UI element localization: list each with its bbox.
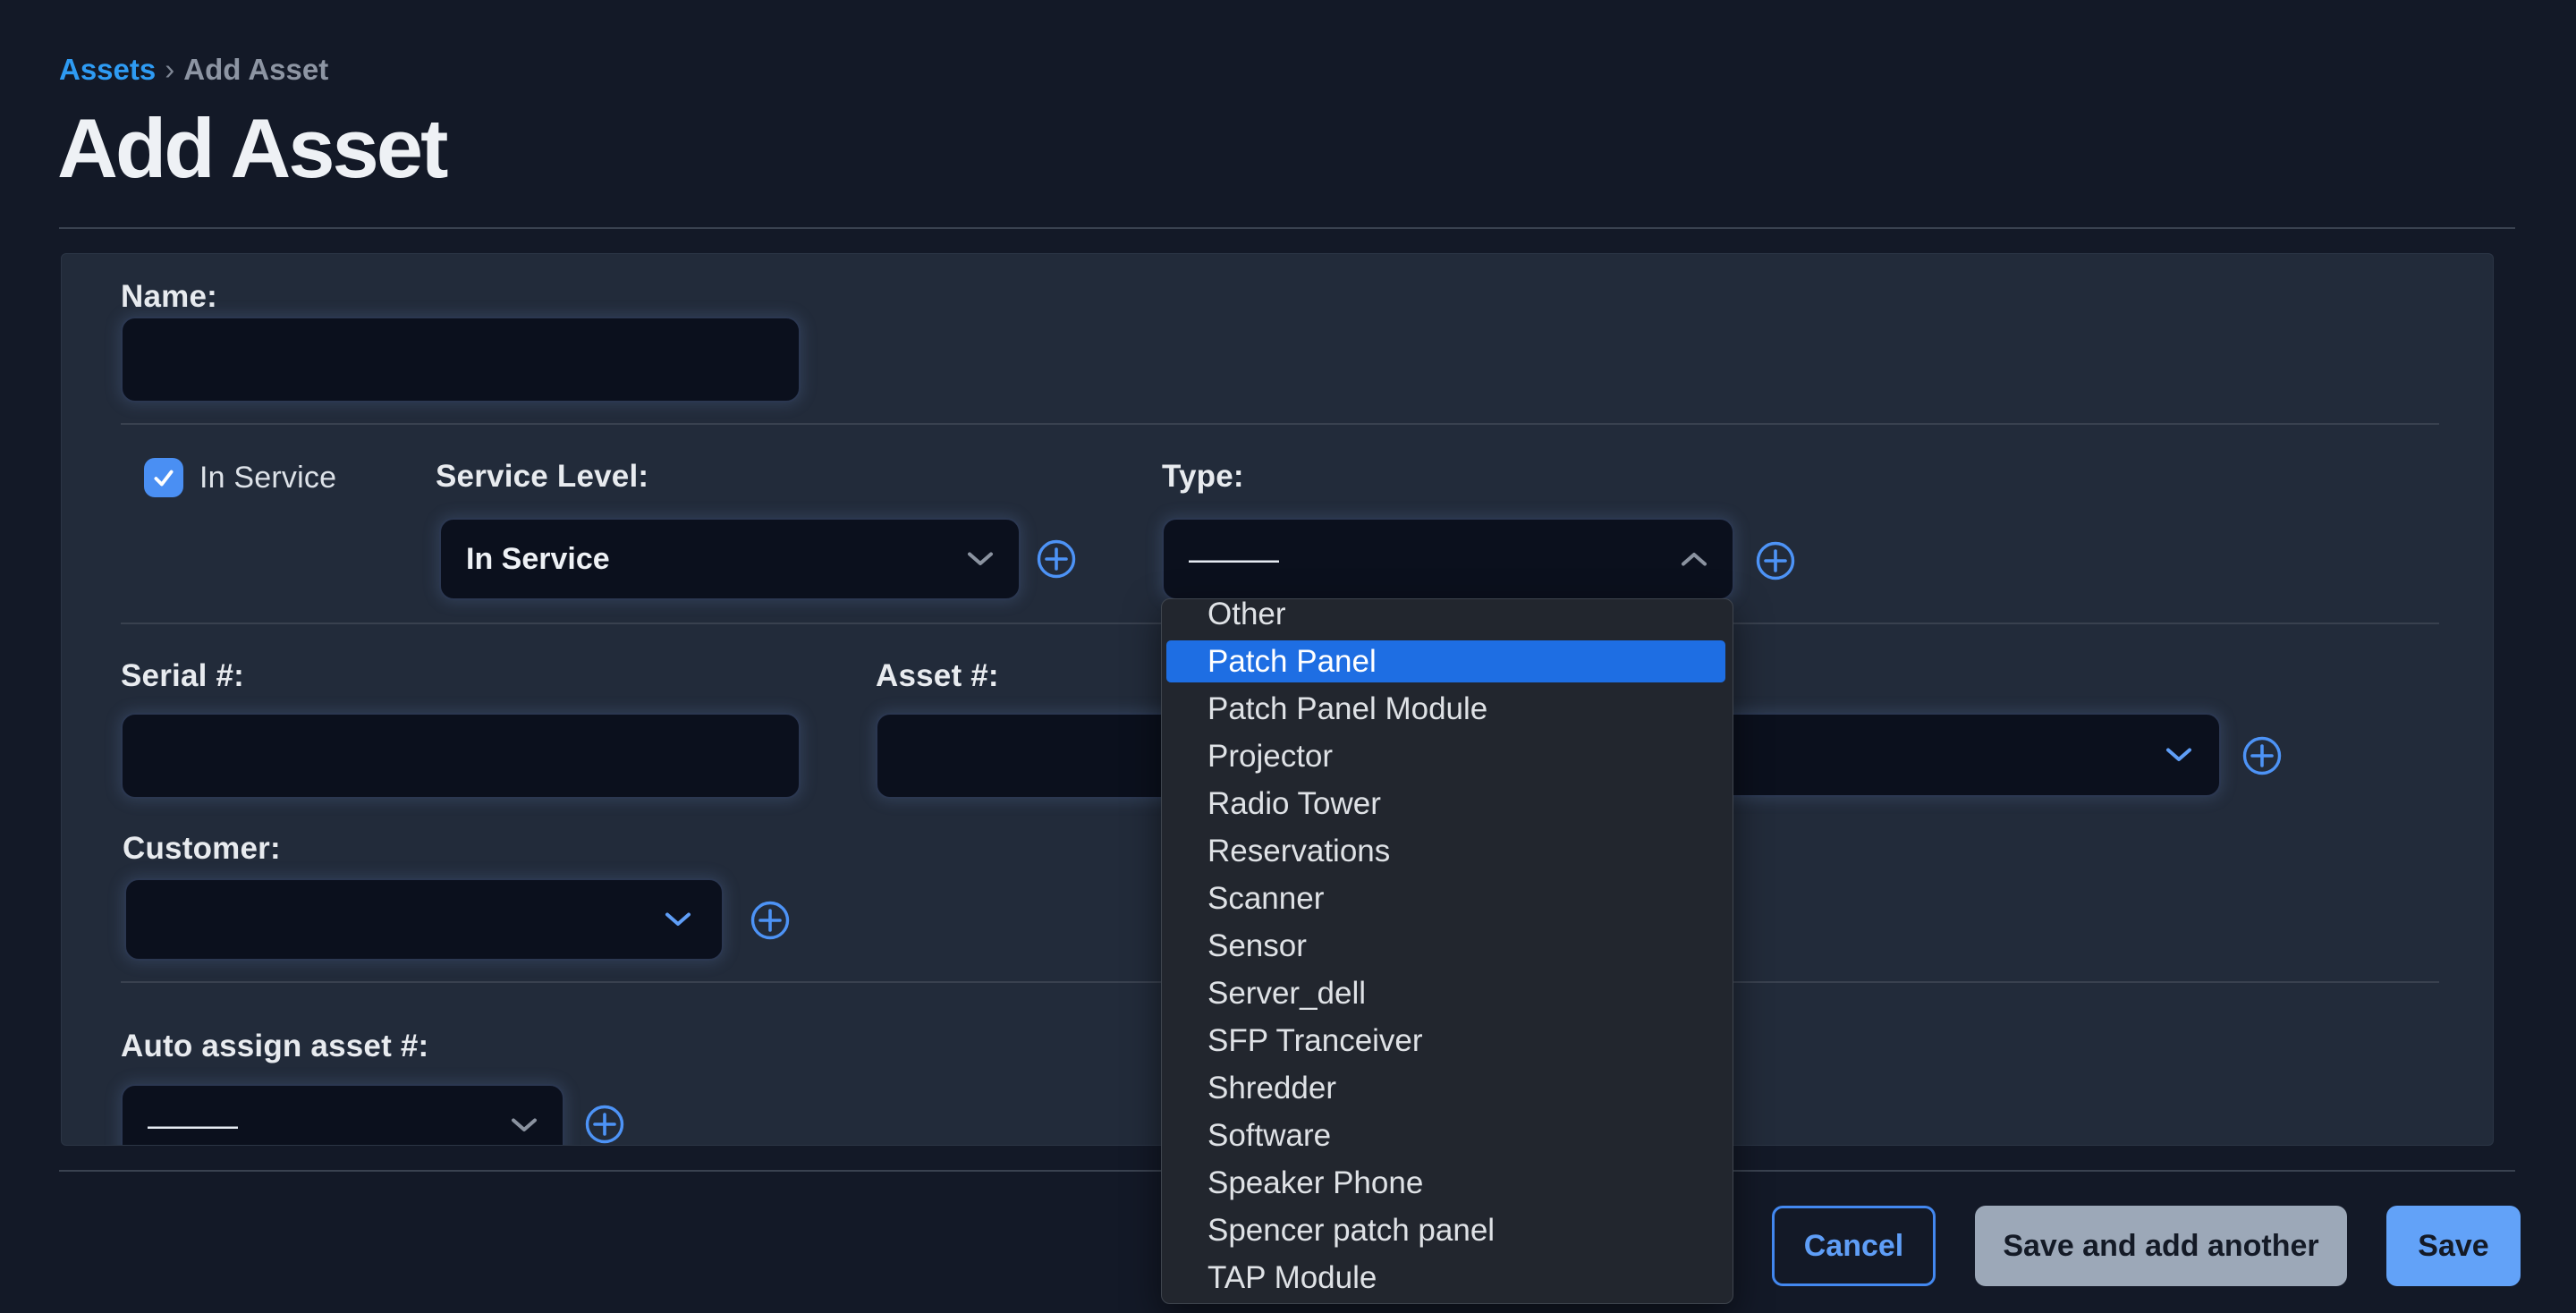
dropdown-item[interactable]: Other xyxy=(1162,598,1733,638)
plus-icon xyxy=(1036,538,1077,580)
dropdown-item[interactable]: Server_dell xyxy=(1162,970,1733,1017)
add-auto-assign-button[interactable] xyxy=(584,1104,625,1145)
chevron-down-icon xyxy=(665,912,691,928)
dropdown-item[interactable]: Radio Tower xyxy=(1162,780,1733,827)
add-customer-button[interactable] xyxy=(750,900,791,941)
title-divider xyxy=(59,227,2515,229)
dropdown-item[interactable]: Speaker Phone xyxy=(1162,1159,1733,1207)
dropdown-item[interactable]: Patch Panel xyxy=(1162,638,1733,685)
dropdown-item[interactable]: Scanner xyxy=(1162,875,1733,922)
chevron-down-icon xyxy=(2165,748,2192,763)
serial-input[interactable] xyxy=(121,713,801,799)
save-and-add-another-button[interactable]: Save and add another xyxy=(1975,1206,2347,1286)
add-type-button[interactable] xyxy=(1755,540,1796,581)
dropdown-item[interactable]: Spencer patch panel xyxy=(1162,1207,1733,1254)
type-null-option: ——— xyxy=(1189,540,1275,578)
auto-assign-label: Auto assign asset #: xyxy=(121,1029,428,1064)
service-level-label: Service Level: xyxy=(436,459,648,495)
plus-icon xyxy=(750,900,791,941)
page-root: { "breadcrumb": { "root_label": "Assets"… xyxy=(0,0,2576,1313)
dropdown-item[interactable]: Projector xyxy=(1162,733,1733,780)
add-related-button[interactable] xyxy=(2241,735,2283,776)
type-dropdown-panel: OtherPatch PanelPatch Panel ModuleProjec… xyxy=(1161,598,1733,1304)
dropdown-item[interactable]: TAP Module xyxy=(1162,1254,1733,1301)
chevron-down-icon xyxy=(511,1118,538,1133)
chevron-up-icon xyxy=(1681,552,1707,567)
auto-assign-null-option: ——— xyxy=(148,1106,233,1144)
cancel-button[interactable]: Cancel xyxy=(1772,1206,1936,1286)
type-select[interactable]: ——— xyxy=(1162,518,1734,600)
dropdown-item[interactable]: Sensor xyxy=(1162,922,1733,970)
name-input[interactable] xyxy=(121,317,801,402)
in-service-checkbox[interactable] xyxy=(144,458,183,497)
customer-label: Customer: xyxy=(123,831,281,867)
auto-assign-select[interactable]: ——— xyxy=(121,1084,564,1146)
in-service-label: In Service xyxy=(199,461,336,496)
dropdown-item[interactable]: Software xyxy=(1162,1112,1733,1159)
name-label: Name: xyxy=(121,279,217,315)
dropdown-item[interactable]: Patch Panel Module xyxy=(1162,685,1733,733)
service-level-select[interactable]: In Service xyxy=(439,518,1021,600)
plus-icon xyxy=(1755,540,1796,581)
page-title: Add Asset xyxy=(57,104,445,193)
save-button[interactable]: Save xyxy=(2386,1206,2521,1286)
dropdown-item[interactable]: Reservations xyxy=(1162,827,1733,875)
check-icon xyxy=(150,464,177,491)
plus-icon xyxy=(584,1104,625,1145)
asset-number-label: Asset #: xyxy=(876,658,999,694)
breadcrumb-separator: › xyxy=(165,53,174,86)
customer-select[interactable] xyxy=(124,878,724,961)
service-level-value: In Service xyxy=(466,542,610,577)
dropdown-item[interactable]: SFP Tranceiver xyxy=(1162,1017,1733,1064)
serial-label: Serial #: xyxy=(121,658,244,694)
add-service-level-button[interactable] xyxy=(1036,538,1077,580)
row-divider xyxy=(121,423,2439,425)
breadcrumb: Assets › Add Asset xyxy=(59,54,328,86)
plus-icon xyxy=(2241,735,2283,776)
type-label: Type: xyxy=(1162,459,1244,495)
breadcrumb-current: Add Asset xyxy=(183,53,328,86)
type-dropdown-list: OtherPatch PanelPatch Panel ModuleProjec… xyxy=(1162,598,1733,1301)
dropdown-item[interactable]: Shredder xyxy=(1162,1064,1733,1112)
chevron-down-icon xyxy=(967,552,994,567)
breadcrumb-assets-link[interactable]: Assets xyxy=(59,53,156,86)
